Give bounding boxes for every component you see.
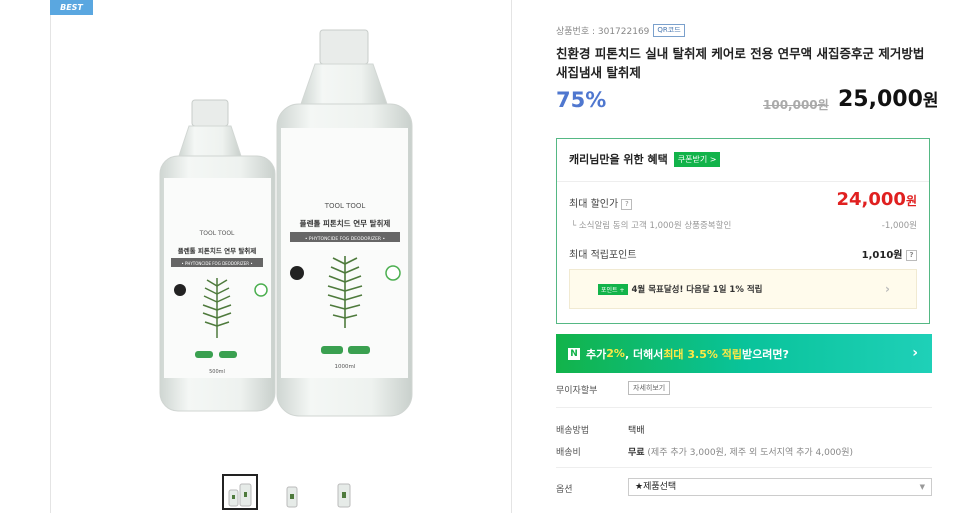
notification-discount-value: -1,000원 xyxy=(881,221,917,231)
max-discount-price: 24,000원 xyxy=(836,189,917,210)
original-price: 100,000원 xyxy=(763,98,829,112)
benefit-heading: 캐리님만을 위한 혜택 쿠폰받기 > xyxy=(569,151,721,167)
max-points-value: 1,010원 ? xyxy=(862,246,917,261)
point-goal-text: 4월 목표달성! 다음달 1일 1% 적립 xyxy=(631,285,763,295)
best-badge: BEST xyxy=(50,0,93,15)
shipping-fee-label: 배송비 xyxy=(556,448,581,458)
large-bottle-volume: 1000ml xyxy=(335,364,356,370)
divider xyxy=(556,407,932,408)
large-bottle-sub: • PHYTONCIDE FOG DEODORIZER • xyxy=(305,236,385,242)
coupon-button[interactable]: 쿠폰받기 > xyxy=(673,151,721,167)
discount-rate: 75% xyxy=(556,88,607,112)
banner-text-a: 추가 xyxy=(586,347,607,361)
notification-discount-label: └ 소식알림 동의 고객 1,000원 상품중복할인 xyxy=(571,221,732,231)
product-code-row: 상품번호 : 301722169 QR코드 xyxy=(556,24,685,37)
help-icon[interactable]: ? xyxy=(906,249,917,261)
point-goal-banner[interactable]: 포인트 + 4월 목표달성! 다음달 1일 1% 적립 › xyxy=(569,269,917,309)
max-points-label: 최대 적립포인트 xyxy=(569,250,637,261)
small-bottle-brand: TOOL TOOL xyxy=(199,230,235,237)
sale-price-unit: 원 xyxy=(922,91,939,111)
shipping-fee-value: 무료 (제주 추가 3,000원, 제주 외 도서지역 추가 4,000원) xyxy=(628,445,853,458)
small-bottle-sub: • PHYTONCIDE FOG DEODORIZER • xyxy=(181,261,252,266)
thumbnail-3[interactable] xyxy=(326,474,362,510)
naver-point-banner[interactable]: N 추가 2%, 더해서 최대 3.5% 적립 받으려면? › xyxy=(556,334,932,373)
divider xyxy=(50,0,51,513)
product-main-image[interactable]: TOOL TOOL 플렌톨 피톤치드 연무 탈취제 • PHYTONCIDE F… xyxy=(145,28,445,420)
shipping-method-value: 택배 xyxy=(628,426,645,436)
benefit-box: 캐리님만을 위한 혜택 쿠폰받기 > 최대 할인가 ? 24,000원 └ 소식… xyxy=(556,138,930,324)
banner-text-d: 최대 3.5% 적립 xyxy=(663,347,742,361)
sale-price-value: 25,000 xyxy=(838,87,923,112)
thumbnail-image xyxy=(286,486,298,508)
thumbnail-list xyxy=(222,474,362,510)
qr-code-button[interactable]: QR코드 xyxy=(653,24,685,37)
help-icon[interactable]: ? xyxy=(621,198,633,210)
shipping-method-label: 배송방법 xyxy=(556,426,590,436)
installment-detail-button[interactable]: 자세히보기 xyxy=(628,381,671,395)
chevron-right-icon: › xyxy=(912,345,918,361)
banner-text-b: 2% xyxy=(606,347,625,360)
point-tag: 포인트 + xyxy=(598,283,628,295)
max-discount-value: 24,000 xyxy=(836,189,906,210)
small-bottle-volume: 500ml xyxy=(209,369,225,375)
shipping-fee-note: (제주 추가 3,000원, 제주 외 도서지역 추가 4,000원) xyxy=(644,448,854,458)
thumbnail-1[interactable] xyxy=(222,474,258,510)
product-code: 상품번호 : 301722169 xyxy=(556,27,650,37)
naver-logo-icon: N xyxy=(568,347,580,360)
thumbnail-image xyxy=(337,483,351,508)
benefit-heading-text: 캐리님만을 위한 혜택 xyxy=(569,153,668,166)
chevron-right-icon: › xyxy=(885,282,890,296)
option-selected-value: ★제품선택 xyxy=(635,482,677,492)
option-label: 옵션 xyxy=(556,485,573,495)
small-bottle-name: 플렌톨 피톤치드 연무 탈취제 xyxy=(178,246,257,255)
large-bottle-name: 플렌톨 피톤치드 연무 탈취제 xyxy=(300,218,391,228)
option-select[interactable]: ★제품선택 ▼ xyxy=(628,478,932,496)
chevron-down-icon: ▼ xyxy=(919,483,925,491)
max-discount-label: 최대 할인가 ? xyxy=(569,195,633,210)
product-title: 친환경 피톤치드 실내 탈취제 케어로 전용 연무액 새집증후군 제거방법 새집… xyxy=(556,46,925,80)
max-discount-unit: 원 xyxy=(905,194,917,208)
divider xyxy=(557,181,929,182)
thumbnail-image xyxy=(228,483,252,507)
large-bottle-brand: TOOL TOOL xyxy=(324,202,366,210)
installment-label: 무이자할부 xyxy=(556,386,598,396)
divider xyxy=(556,467,932,468)
banner-text-c: , 더해서 xyxy=(624,347,664,361)
sale-price: 25,000원 xyxy=(838,86,939,112)
shipping-fee-amount: 무료 xyxy=(628,448,645,458)
max-discount-label-text: 최대 할인가 xyxy=(569,199,619,210)
thumbnail-2[interactable] xyxy=(274,474,310,510)
max-points-amount: 1,010원 xyxy=(861,250,903,261)
banner-text-e: 받으려면? xyxy=(741,347,789,361)
divider xyxy=(511,0,512,513)
